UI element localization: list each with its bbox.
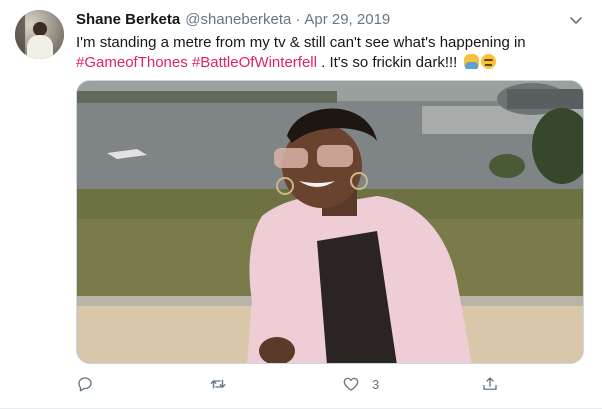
like-count: 3 [372, 376, 380, 392]
heart-icon [343, 377, 359, 391]
hashtag-battle-of-winterfell[interactable]: #BattleOfWinterfell [192, 54, 317, 71]
tweet-header: Shane Berketa @shaneberketa · Apr 29, 20… [76, 11, 390, 28]
tweet-actions: 3 [76, 372, 499, 396]
header-separator: · [295, 11, 301, 28]
tweet-media-image[interactable] [76, 80, 584, 364]
tweet-text-part: . It's so frickin dark!!! [316, 54, 462, 71]
like-button[interactable]: 3 [342, 372, 379, 396]
retweet-button[interactable] [209, 372, 227, 396]
reply-icon [78, 377, 92, 392]
share-icon [483, 377, 497, 390]
media-photo [77, 81, 583, 363]
expressionless-face-emoji [480, 54, 496, 69]
tweet-text: I'm standing a metre from my tv & still … [76, 33, 576, 73]
chevron-down-icon[interactable] [568, 12, 584, 28]
man-shrugging-emoji [463, 54, 479, 69]
author-name[interactable]: Shane Berketa [76, 11, 180, 28]
retweet-icon [210, 379, 226, 389]
author-handle[interactable]: @shaneberketa [185, 11, 291, 28]
hashtag-game-of-thrones[interactable]: #GameofThones [76, 54, 188, 71]
tweet[interactable]: Shane Berketa @shaneberketa · Apr 29, 20… [0, 0, 602, 409]
share-button[interactable] [481, 372, 499, 396]
reply-button[interactable] [76, 372, 94, 396]
tweet-text-part: I'm standing a metre from my tv & still … [76, 34, 526, 51]
avatar[interactable] [15, 10, 64, 59]
tweet-date[interactable]: Apr 29, 2019 [304, 11, 390, 28]
